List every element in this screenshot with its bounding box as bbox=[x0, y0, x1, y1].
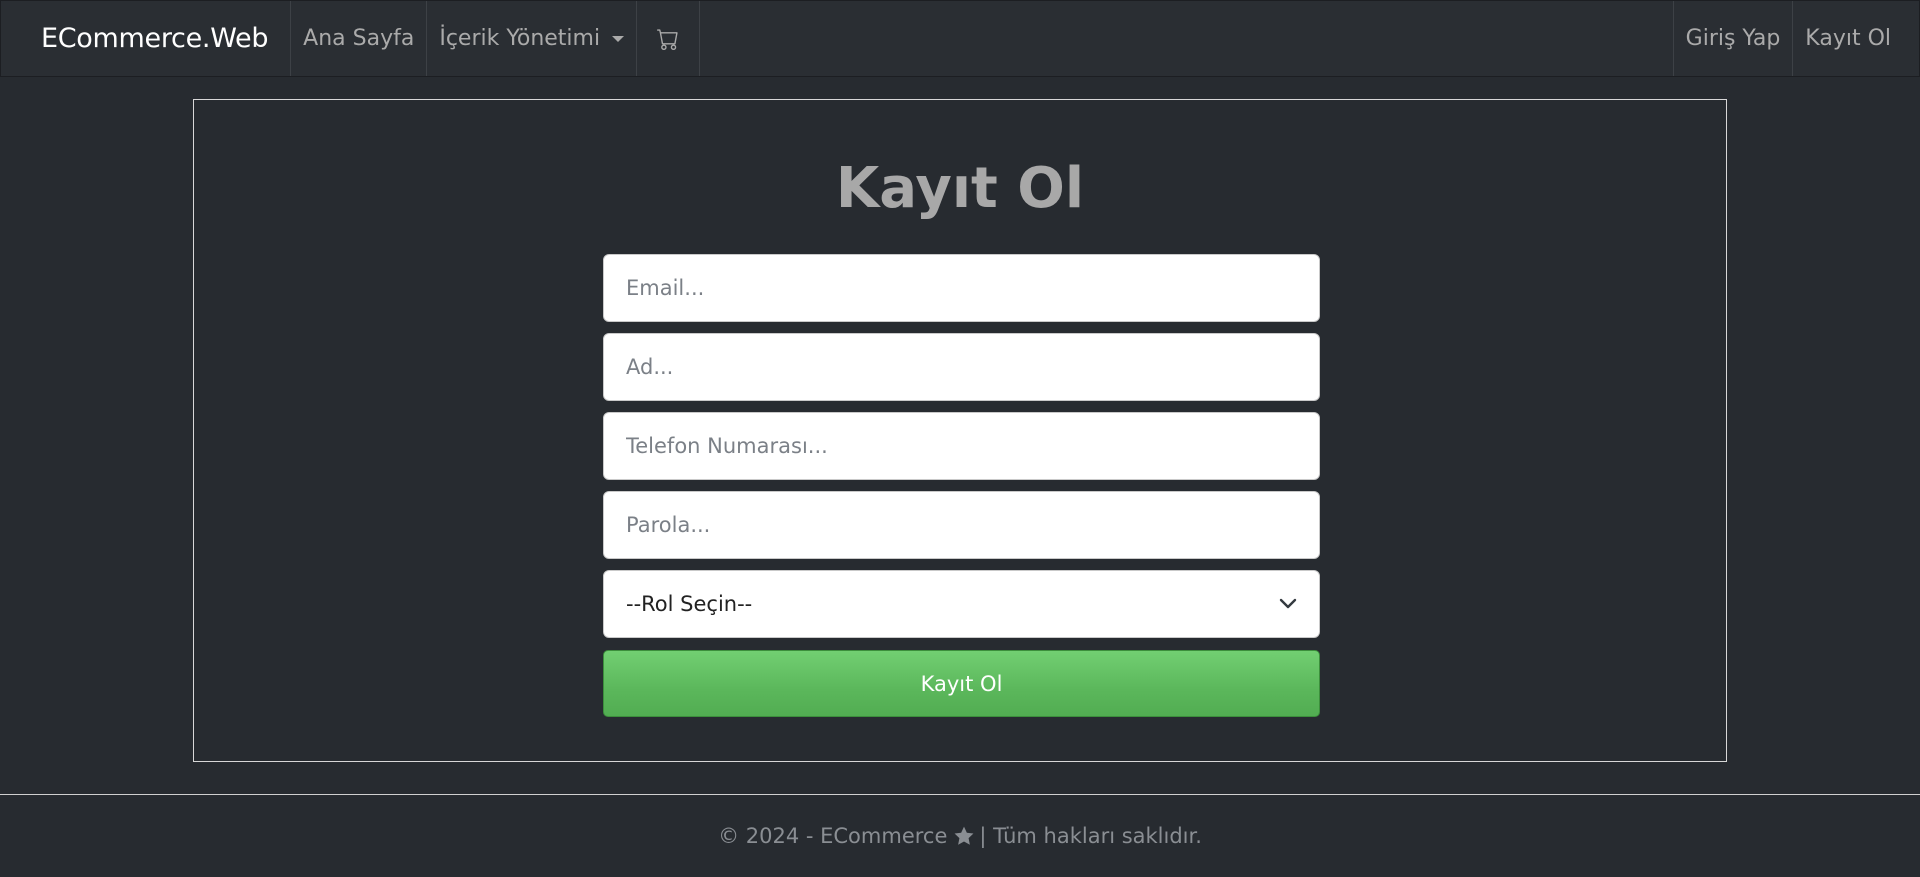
navbar: ECommerce.Web Ana Sayfa İçerik Yönetimi … bbox=[0, 0, 1920, 77]
register-submit-button[interactable]: Kayıt Ol bbox=[603, 650, 1320, 717]
footer-rights: | Tüm hakları saklıdır. bbox=[979, 824, 1202, 848]
footer: © 2024 - ECommerce | Tüm hakları saklıdı… bbox=[0, 794, 1920, 877]
nav-content-management-label: İçerik Yönetimi bbox=[439, 26, 601, 51]
page-title: Kayıt Ol bbox=[835, 156, 1085, 221]
star-icon bbox=[954, 826, 974, 845]
password-field[interactable] bbox=[603, 491, 1320, 559]
cart-icon bbox=[657, 28, 678, 50]
role-select-value: --Rol Seçin-- bbox=[626, 592, 753, 616]
email-field[interactable] bbox=[603, 254, 1320, 322]
nav-home-link[interactable]: Ana Sayfa bbox=[291, 1, 426, 76]
caret-down-icon bbox=[612, 35, 625, 42]
register-card: Kayıt Ol --Rol Seçin-- Kayıt Ol bbox=[193, 99, 1727, 762]
footer-copyright: © 2024 - ECommerce bbox=[718, 824, 948, 848]
nav-register-link[interactable]: Kayıt Ol bbox=[1793, 1, 1919, 76]
cart-link[interactable] bbox=[637, 1, 699, 76]
role-select[interactable]: --Rol Seçin-- bbox=[603, 570, 1320, 638]
name-field[interactable] bbox=[603, 333, 1320, 401]
phone-field[interactable] bbox=[603, 412, 1320, 480]
nav-login-link[interactable]: Giriş Yap bbox=[1674, 1, 1793, 76]
chevron-down-icon bbox=[1279, 598, 1297, 609]
nav-content-management-dropdown[interactable]: İçerik Yönetimi bbox=[427, 1, 636, 76]
brand-link[interactable]: ECommerce.Web bbox=[1, 1, 290, 76]
